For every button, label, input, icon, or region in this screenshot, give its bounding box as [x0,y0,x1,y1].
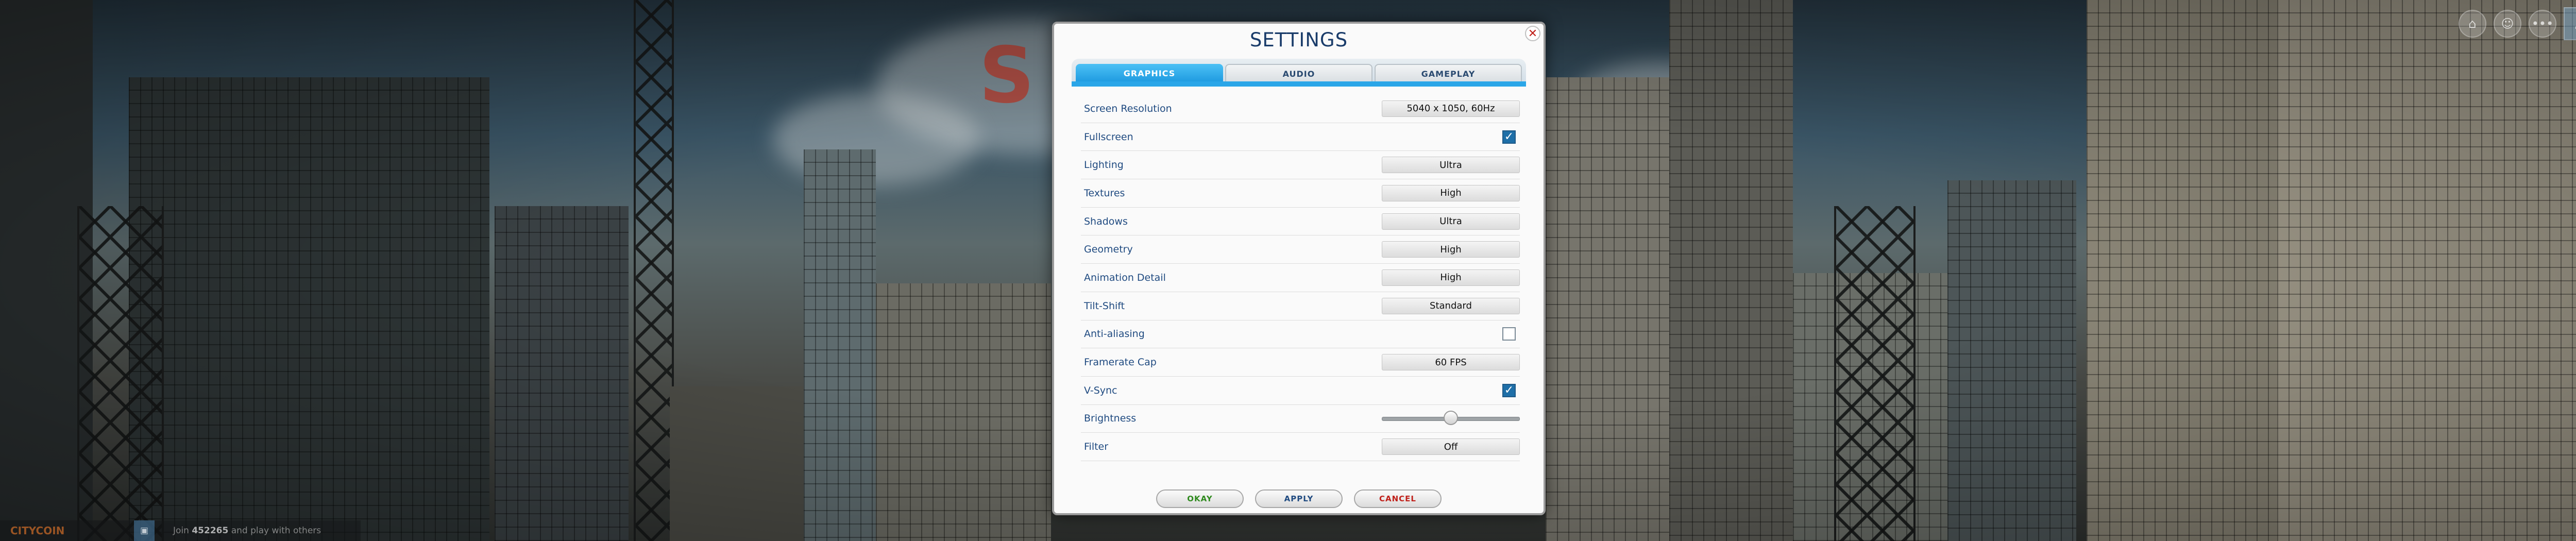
okay-button[interactable]: OKAY [1156,489,1244,508]
setting-label-filter: Filter [1084,441,1109,453]
dialog-title: SETTINGS [1249,29,1348,51]
textures-select[interactable]: High [1382,184,1520,201]
v-sync-checkbox[interactable] [1502,383,1516,397]
profile-icon[interactable]: ♟ [2564,7,2576,40]
bottom-badge-icon[interactable]: ▣ [134,520,155,541]
anti-aliasing-checkbox[interactable] [1502,327,1516,341]
setting-label-v-sync: V-Sync [1084,384,1117,396]
settings-list: Screen Resolution 5040 x 1050, 60Hz Fullsc… [1081,95,1520,461]
brightness-slider[interactable] [1382,410,1520,427]
more-icon[interactable]: ••• [2529,10,2556,38]
player-count: 452265 [192,526,229,536]
setting-row-lighting: Lighting Ultra [1081,151,1520,180]
setting-label-framerate-cap: Framerate Cap [1084,357,1157,368]
shadows-select[interactable]: Ultra [1382,213,1520,230]
setting-label-brightness: Brightness [1084,413,1137,425]
apply-button[interactable]: APPLY [1255,489,1343,508]
setting-row-fullscreen: Fullscreen [1081,123,1520,151]
bottom-status-text: Join 452265 and play with others [173,526,321,536]
setting-label-textures: Textures [1084,187,1125,199]
setting-label-anti-aliasing: Anti-aliasing [1084,328,1145,340]
tab-underline [1072,81,1526,87]
lighting-select[interactable]: Ultra [1382,157,1520,174]
setting-row-shadows: Shadows Ultra [1081,208,1520,236]
setting-row-anti-aliasing: Anti-aliasing [1081,320,1520,349]
setting-row-brightness: Brightness [1081,405,1520,433]
screen-resolution-select[interactable]: 5040 x 1050, 60Hz [1382,100,1520,117]
setting-label-animation-detail: Animation Detail [1084,272,1166,283]
background-game-logo: S [979,31,1037,121]
framerate-cap-select[interactable]: 60 FPS [1382,354,1520,371]
setting-label-lighting: Lighting [1084,159,1124,171]
tab-audio[interactable]: AUDIO [1225,64,1372,82]
close-icon[interactable]: ✕ [1525,26,1540,41]
settings-dialog: SETTINGS ✕ GRAPHICS AUDIO GAMEPLAY Scree… [1052,22,1546,515]
bottom-text-suffix: and play with others [231,526,321,536]
filter-select[interactable]: Off [1382,438,1520,455]
setting-row-filter: Filter Off [1081,433,1520,461]
setting-row-animation-detail: Animation Detail High [1081,264,1520,292]
bottom-brand-logo: CITYCOIN [10,525,65,537]
top-right-toolbar: ⌂ ☺ ••• ♟ [2459,7,2576,40]
tab-gameplay[interactable]: GAMEPLAY [1375,64,1522,82]
setting-label-tilt-shift: Tilt-Shift [1084,300,1125,312]
setting-label-screen-resolution: Screen Resolution [1084,103,1172,114]
setting-row-framerate-cap: Framerate Cap 60 FPS [1081,348,1520,377]
setting-label-shadows: Shadows [1084,215,1128,227]
bottom-text-prefix: Join [173,526,189,536]
tab-graphics[interactable]: GRAPHICS [1076,64,1223,82]
setting-row-v-sync: V-Sync [1081,377,1520,405]
setting-row-geometry: Geometry High [1081,235,1520,264]
fullscreen-checkbox[interactable] [1502,130,1516,144]
bottom-status-bar: CITYCOIN ▣ Join 452265 and play with oth… [0,520,361,541]
setting-label-geometry: Geometry [1084,244,1133,256]
slider-thumb[interactable] [1444,411,1458,426]
dialog-footer: OKAY APPLY CANCEL [1054,489,1544,508]
setting-row-tilt-shift: Tilt-Shift Standard [1081,292,1520,320]
animation-detail-select[interactable]: High [1382,269,1520,286]
setting-row-screen-resolution: Screen Resolution 5040 x 1050, 60Hz [1081,95,1520,123]
cancel-button[interactable]: CANCEL [1354,489,1442,508]
friends-icon[interactable]: ☺ [2494,10,2521,38]
home-icon[interactable]: ⌂ [2459,10,2486,38]
geometry-select[interactable]: High [1382,241,1520,258]
setting-label-fullscreen: Fullscreen [1084,131,1133,143]
tilt-shift-select[interactable]: Standard [1382,297,1520,314]
setting-row-textures: Textures High [1081,179,1520,208]
